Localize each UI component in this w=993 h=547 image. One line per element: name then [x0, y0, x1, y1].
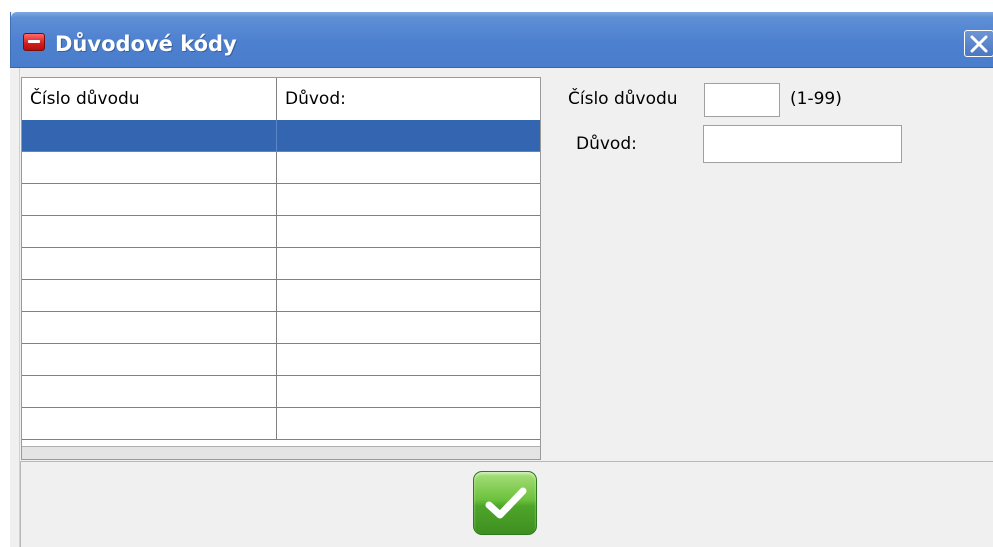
table-row[interactable] [22, 216, 540, 248]
reason-codes-grid[interactable]: Číslo důvodu Důvod: [21, 77, 541, 460]
cell-reason-number[interactable] [22, 120, 277, 151]
cell-reason-number[interactable] [22, 344, 277, 375]
cell-reason-number[interactable] [22, 248, 277, 279]
table-row[interactable] [22, 248, 540, 280]
table-row[interactable] [22, 344, 540, 376]
table-row[interactable] [22, 152, 540, 184]
cell-reason-number[interactable] [22, 408, 277, 439]
cell-reason[interactable] [277, 120, 540, 151]
cell-reason[interactable] [277, 152, 540, 183]
title-bar[interactable]: Důvodové kódy [11, 12, 993, 68]
cell-reason-number[interactable] [22, 216, 277, 247]
reason-label: Důvod: [576, 134, 637, 154]
reason-number-label: Číslo důvodu [568, 89, 678, 109]
window-title: Důvodové kódy [55, 32, 237, 56]
cell-reason-number[interactable] [22, 184, 277, 215]
ok-button[interactable] [473, 471, 537, 535]
close-button[interactable] [964, 30, 993, 57]
cell-reason[interactable] [277, 184, 540, 215]
table-row[interactable] [22, 280, 540, 312]
table-row[interactable] [22, 408, 540, 440]
reason-number-range-hint: (1-99) [790, 89, 842, 109]
table-row[interactable] [22, 184, 540, 216]
cell-reason-number[interactable] [22, 376, 277, 407]
table-row[interactable] [22, 312, 540, 344]
cell-reason[interactable] [277, 376, 540, 407]
table-row[interactable] [22, 376, 540, 408]
column-header-reason[interactable]: Důvod: [277, 78, 540, 120]
grid-header: Číslo důvodu Důvod: [22, 78, 540, 120]
column-header-reason-number[interactable]: Číslo důvodu [22, 78, 277, 120]
cell-reason[interactable] [277, 280, 540, 311]
app-icon [23, 33, 45, 51]
table-row[interactable] [22, 120, 540, 152]
reason-number-input[interactable] [704, 83, 780, 117]
cell-reason[interactable] [277, 312, 540, 343]
close-icon [970, 35, 988, 53]
cell-reason-number[interactable] [22, 280, 277, 311]
reason-input[interactable] [703, 125, 902, 163]
checkmark-icon [485, 487, 527, 519]
cell-reason-number[interactable] [22, 312, 277, 343]
cell-reason[interactable] [277, 248, 540, 279]
dialog-left-border [10, 68, 20, 547]
cell-reason[interactable] [277, 344, 540, 375]
cell-reason[interactable] [277, 216, 540, 247]
grid-horizontal-scrollbar[interactable] [22, 446, 540, 459]
cell-reason-number[interactable] [22, 152, 277, 183]
cell-reason[interactable] [277, 408, 540, 439]
